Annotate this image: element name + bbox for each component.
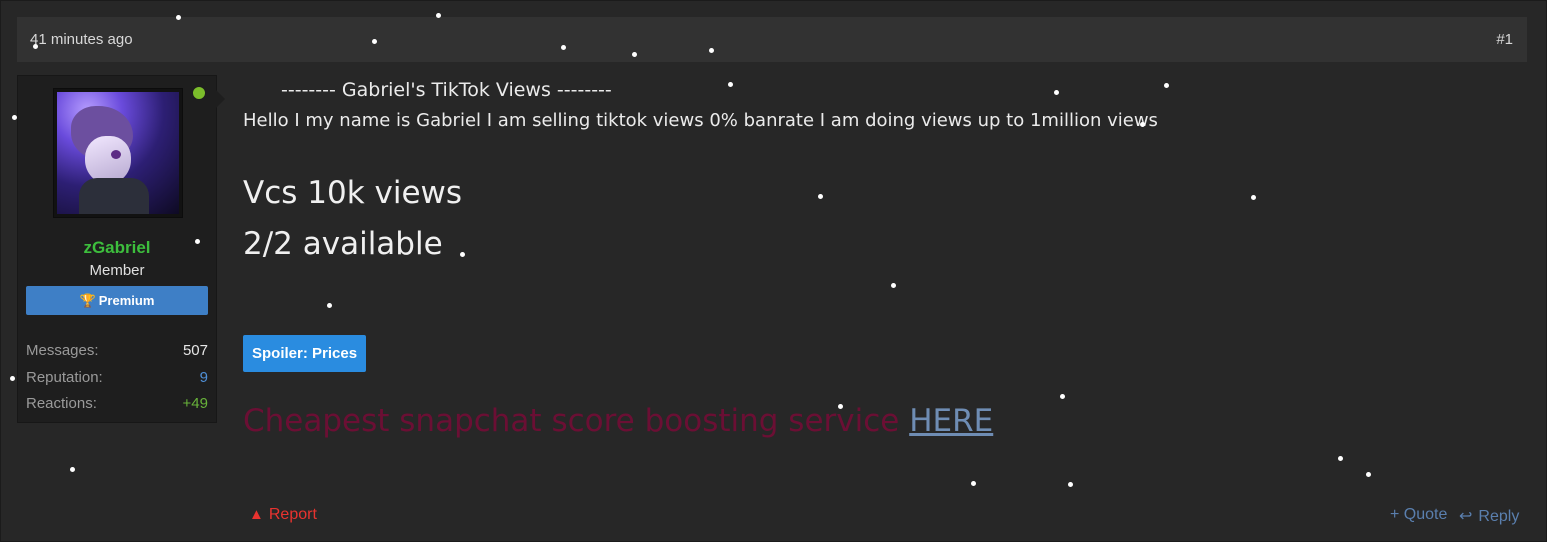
promo-text: Cheapest snapchat score boosting service — [243, 403, 900, 439]
trophy-icon: 🏆 — [79, 293, 96, 308]
user-title: Member — [89, 262, 145, 279]
stat-reactions: Reactions: +49 — [18, 383, 216, 412]
post-title-line: -------- Gabriel's TikTok Views -------- — [281, 79, 612, 101]
reply-button[interactable]: ↩ Reply — [1459, 506, 1519, 526]
username-link[interactable]: zGabriel — [18, 238, 216, 258]
premium-badge: 🏆 Premium — [26, 286, 208, 315]
post-timestamp[interactable]: 41 minutes ago — [30, 31, 133, 48]
reply-arrow-icon: ↩ — [1459, 508, 1473, 525]
report-button[interactable]: ▲ Report — [249, 506, 317, 524]
user-stats: Messages: 507 Reputation: 9 Reactions: +… — [18, 330, 216, 412]
stat-reputation: Reputation: 9 — [18, 357, 216, 386]
post-container: 41 minutes ago #1 zGabriel Member 🏆 Premi… — [0, 0, 1547, 542]
post-availability-line: 2/2 available — [243, 226, 443, 262]
reply-label: Reply — [1478, 508, 1520, 525]
post-header: 41 minutes ago #1 — [17, 17, 1527, 62]
stat-messages: Messages: 507 — [18, 330, 216, 359]
online-indicator — [192, 86, 206, 100]
post-offer-line: Vcs 10k views — [243, 175, 463, 211]
user-panel-pointer — [215, 89, 225, 109]
report-label: Report — [268, 506, 317, 523]
promo-link[interactable]: HERE — [909, 403, 993, 439]
user-panel: zGabriel Member 🏆 Premium Messages: 507 R… — [17, 75, 217, 423]
post-number-link[interactable]: #1 — [1496, 31, 1513, 48]
avatar[interactable] — [53, 88, 183, 218]
avatar-image — [57, 92, 179, 214]
premium-badge-label: Premium — [98, 293, 155, 308]
spoiler-button[interactable]: Spoiler: Prices — [243, 335, 367, 372]
post-intro: Hello I my name is Gabriel I am selling … — [243, 110, 1158, 131]
stat-value[interactable]: +49 — [183, 395, 208, 412]
quote-button[interactable]: + Quote — [1390, 506, 1447, 524]
warning-icon: ▲ — [249, 506, 264, 523]
stat-label: Reactions: — [26, 395, 97, 412]
promo-line: Cheapest snapchat score boosting service… — [243, 403, 993, 439]
